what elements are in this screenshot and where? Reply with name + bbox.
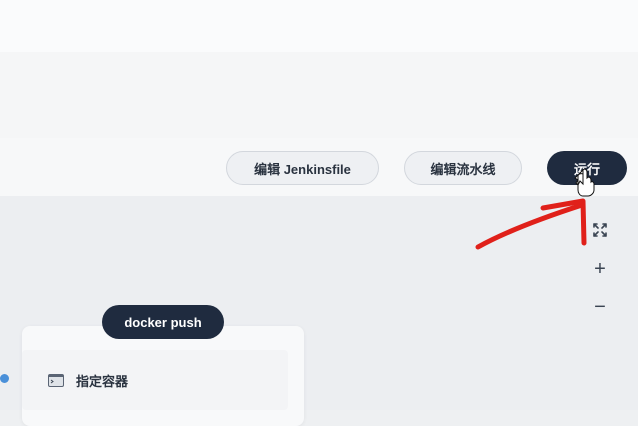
zoom-in-button[interactable]: + [588,257,612,281]
edit-jenkinsfile-button[interactable]: 编辑 Jenkinsfile [226,151,379,185]
run-button[interactable]: 运行 [547,151,627,185]
connector-dot [0,374,9,383]
stage-name-pill[interactable]: docker push [102,305,224,339]
edit-pipeline-button[interactable]: 编辑流水线 [404,151,522,185]
run-label: 运行 [573,161,600,177]
stage-name: docker push [124,314,202,330]
zoom-out-button[interactable]: − [588,295,612,319]
minus-icon: − [594,296,606,318]
edit-jenkinsfile-label: 编辑 Jenkinsfile [254,161,351,177]
plus-icon: + [594,258,606,280]
step-row[interactable]: 指定容器 [22,350,288,410]
top-bar [0,0,638,52]
header-area [0,52,638,138]
terminal-icon [48,373,64,387]
step-label: 指定容器 [76,373,129,389]
expand-arrows-icon [593,223,607,237]
edit-pipeline-label: 编辑流水线 [430,161,496,177]
fit-view-button[interactable] [588,218,612,242]
